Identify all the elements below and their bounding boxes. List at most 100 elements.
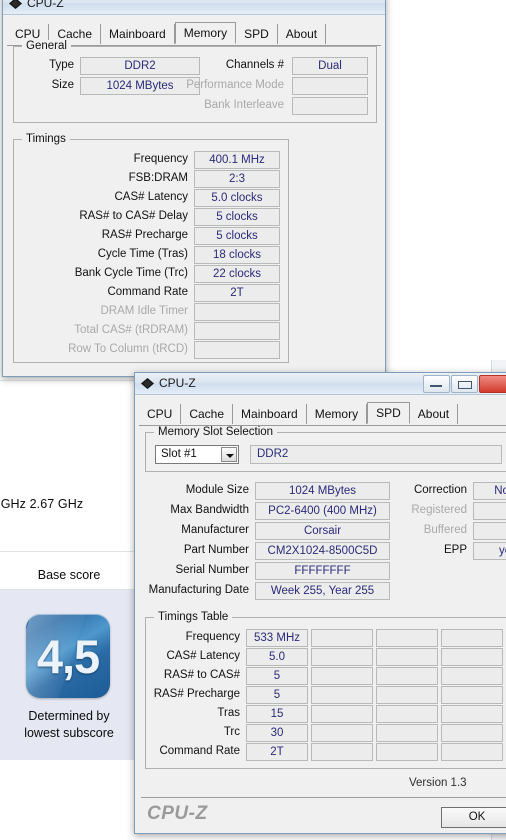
tab-cpu[interactable]: CPU [139,404,182,424]
tab-spd[interactable]: SPD [236,24,278,44]
value-channels: Dual [292,57,368,75]
value-part-number: CM2X1024-8500C5D [255,542,390,560]
chevron-down-icon[interactable] [221,447,237,462]
label-frequency: Frequency [133,153,188,165]
general-group-legend: General [22,40,71,52]
windows-experience-score-badge: 4,5 [26,614,110,698]
value-type: DDR2 [80,57,200,75]
value-ras-to-cas-delay: 5 clocks [194,208,280,226]
label-tt-tras: Tras [217,707,240,719]
value-dram-idle-timer [194,303,280,321]
label-cas-latency: CAS# Latency [114,191,188,203]
tab-about[interactable]: About [278,24,327,44]
value-total-cas-trdram [194,322,280,340]
value-bank-interleave [292,97,368,115]
tab-about[interactable]: About [410,404,459,424]
close-button[interactable] [479,375,506,393]
tab-about-label: About [285,27,318,41]
label-serial-number: Serial Number [175,564,250,576]
spd-window-titlebar[interactable]: CPU-Z [135,373,506,395]
value-manufacturer: Corsair [255,522,390,540]
label-tt-ras-to-cas: RAS# to CAS# [163,669,240,681]
label-manufacturer: Manufacturer [181,524,249,536]
value-tt-trc-c1: 30 [246,724,308,742]
value-tt-ras-precharge-c4 [441,686,503,704]
score-value: 4,5 [36,630,100,683]
tab-mainboard[interactable]: Mainboard [101,24,175,44]
value-tt-ras-to-cas-c2 [311,667,373,685]
label-size: Size [51,79,74,91]
tab-memory[interactable]: Memory [174,22,237,44]
value-correction: None [473,482,506,500]
value-fsb-dram: 2:3 [194,170,280,188]
value-cycle-time-tras: 18 clocks [194,246,280,264]
label-ras-to-cas-delay: RAS# to CAS# Delay [79,210,188,222]
score-note: Determined by lowest subscore [0,708,138,742]
label-correction: Correction [413,484,467,496]
value-tt-tras-c1: 15 [246,705,308,723]
label-tt-command-rate: Command Rate [159,745,240,757]
timings-group-legend: Timings [22,133,70,145]
cpuz-spd-window[interactable]: CPU-Z CPU Cache Mainboard Memory SPD Abo… [134,372,506,834]
label-total-cas-trdram: Total CAS# (tRDRAM) [74,324,188,336]
label-tt-frequency: Frequency [185,631,240,643]
tab-cache[interactable]: Cache [181,404,234,424]
timings-table-group: Timings Table Frequency 533 MHz CAS# Lat… [145,611,506,769]
tab-memory[interactable]: Memory [307,404,368,424]
value-tt-cas-latency-c1: 5.0 [246,648,308,666]
label-tt-trc: Trc [223,726,240,738]
tab-cache-label: Cache [57,27,93,41]
value-tt-tras-c2 [311,705,373,723]
label-ras-precharge: RAS# Precharge [101,229,188,241]
label-module-size: Module Size [185,484,249,496]
label-dram-idle-timer: DRAM Idle Timer [100,305,188,317]
value-cas-latency: 5.0 clocks [194,189,280,207]
tab-cpu-label: CPU [15,27,41,41]
label-buffered: Buffered [423,524,467,536]
score-note-line-2: lowest subscore [24,726,114,740]
value-ras-precharge: 5 clocks [194,227,280,245]
value-row-to-column-trcd [194,341,280,359]
minimize-button[interactable] [423,375,450,393]
tab-memory-label: Memory [314,407,359,421]
value-tt-command-rate-c3 [376,743,438,761]
spd-window-tabstrip[interactable]: CPU Cache Mainboard Memory SPD About [139,402,506,426]
label-row-to-column-trcd: Row To Column (tRCD) [68,343,188,355]
value-bank-cycle-time-trc: 22 clocks [194,265,280,283]
value-tt-frequency-c2 [311,629,373,647]
memory-window-titlebar[interactable]: CPU-Z [3,0,385,15]
label-cycle-time-tras: Cycle Time (Tras) [97,248,188,260]
label-registered: Registered [411,504,467,516]
value-tt-command-rate-c4 [441,743,503,761]
general-group: General Type DDR2 Size 1024 MBytes Chann… [13,40,377,123]
cpuz-diamond-icon [9,0,22,9]
value-buffered [473,522,506,540]
tab-spd-label: SPD [376,406,401,420]
score-note-line-1: Determined by [28,709,110,723]
label-tt-ras-precharge: RAS# Precharge [153,688,240,700]
value-epp: yes [473,542,506,560]
label-fsb-dram: FSB:DRAM [128,172,188,184]
timings-group: Timings Frequency 400.1 MHz FSB:DRAM 2:3… [13,133,289,363]
processor-speed-text: 2.66GHz 2.67 GHz [0,497,84,511]
footer-separator [141,797,506,798]
label-part-number: Part Number [183,544,249,556]
slot-select-dropdown[interactable]: Slot #1 [155,445,239,464]
value-tt-ras-precharge-c1: 5 [246,686,308,704]
value-tt-frequency-c1: 533 MHz [246,629,308,647]
ok-button[interactable]: OK [441,807,506,828]
label-bank-interleave: Bank Interleave [204,99,284,111]
value-tt-trc-c2 [311,724,373,742]
tab-cpu-label: CPU [147,407,173,421]
timings-table-legend: Timings Table [154,611,233,623]
value-tt-frequency-c4 [441,629,503,647]
maximize-icon [458,381,472,389]
cpuz-memory-window[interactable]: CPU-Z CPU Cache Mainboard Memory SPD Abo… [2,0,386,377]
maximize-button[interactable] [451,375,478,393]
label-command-rate: Command Rate [107,286,188,298]
value-tt-ras-to-cas-c4 [441,667,503,685]
window-controls[interactable] [423,375,506,393]
value-tt-ras-precharge-c2 [311,686,373,704]
tab-mainboard[interactable]: Mainboard [233,404,307,424]
tab-spd[interactable]: SPD [367,402,410,424]
